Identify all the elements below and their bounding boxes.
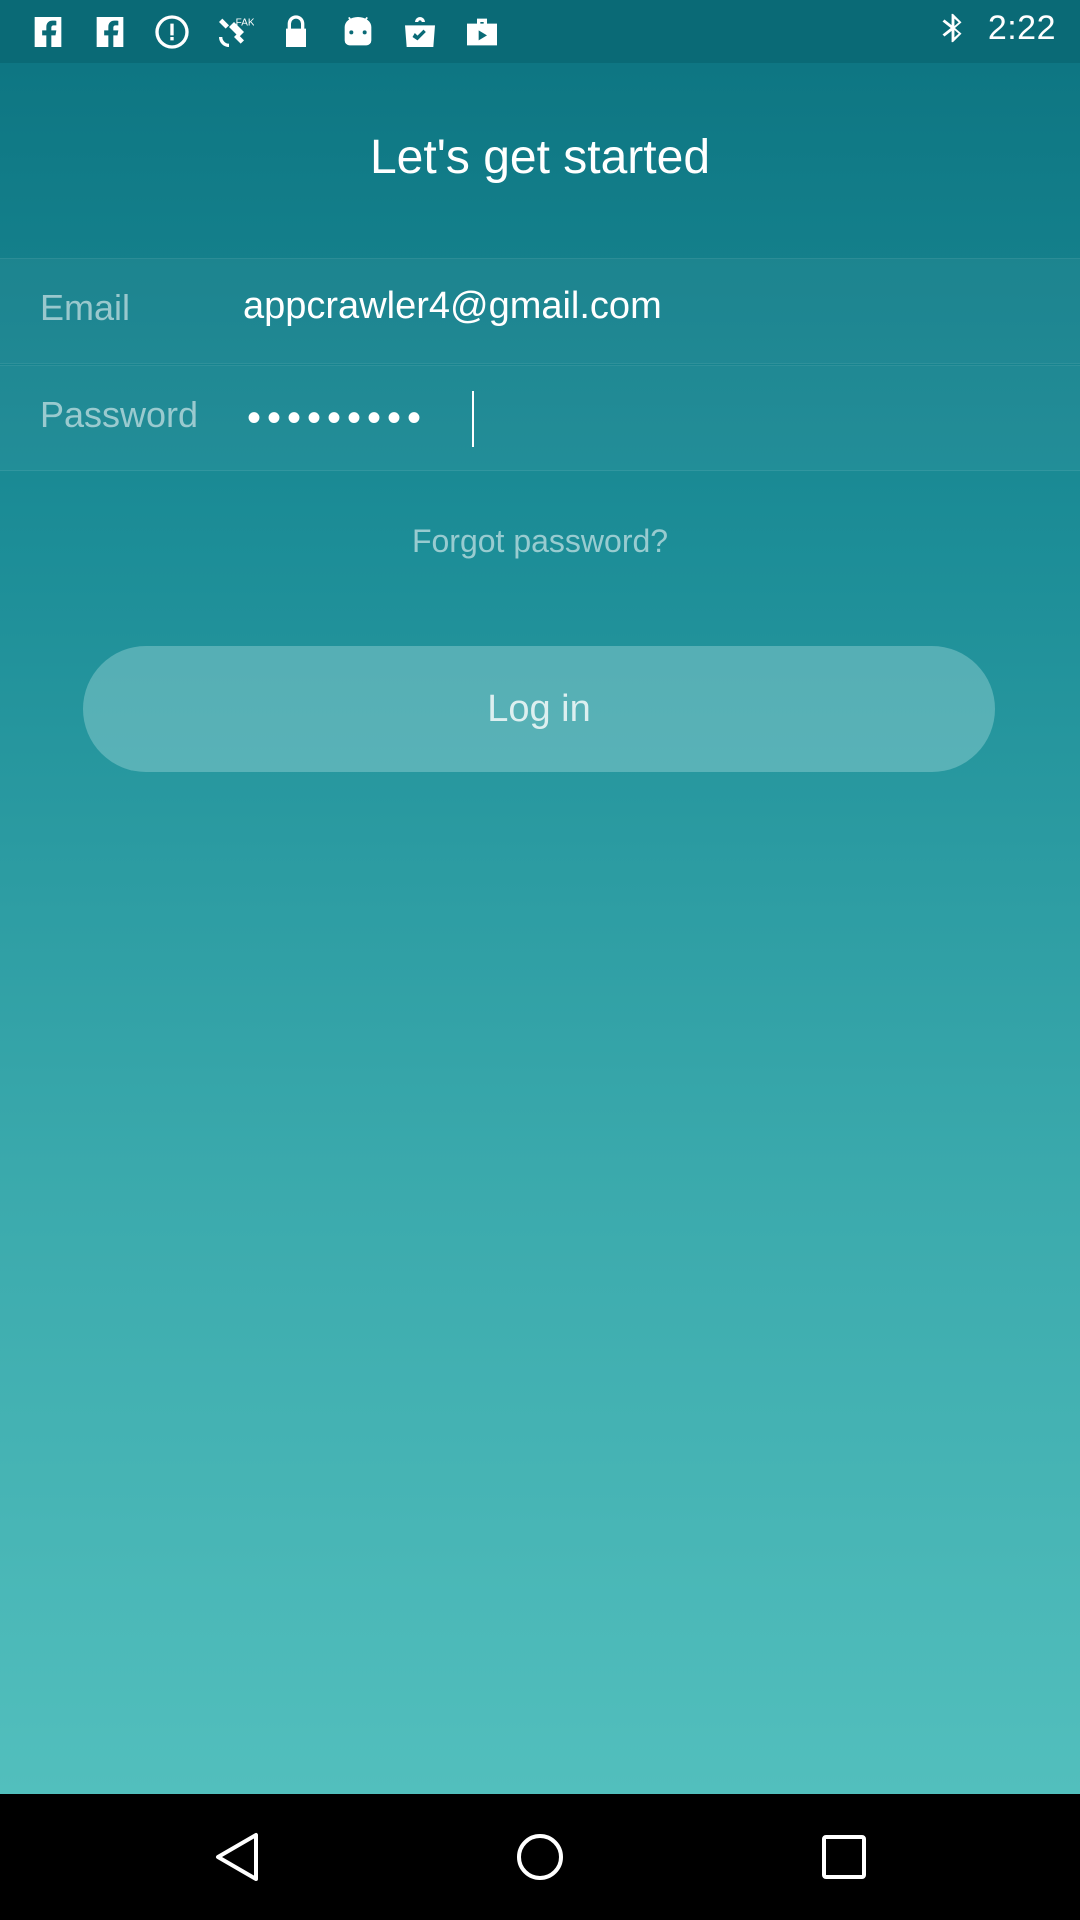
data-saver-icon <box>148 10 196 54</box>
password-input[interactable]: ••••••••• <box>247 388 427 448</box>
bluetooth-icon <box>942 13 962 43</box>
clock: 2:22 <box>987 8 1056 47</box>
system-status: 2:22 <box>936 8 1056 48</box>
android-icon <box>334 10 382 54</box>
navigation-bar <box>0 1794 1080 1920</box>
home-icon[interactable] <box>510 1827 570 1887</box>
recent-apps-icon[interactable] <box>814 1827 874 1887</box>
email-field[interactable]: Email appcrawler4@gmail.com <box>0 258 1080 364</box>
briefcase-play-icon <box>458 10 506 54</box>
screen: FAKE 2:22 Let's get started <box>0 0 1080 1920</box>
facebook-icon <box>24 10 72 54</box>
email-label: Email <box>40 287 131 328</box>
login-screen: FAKE 2:22 Let's get started <box>0 0 1080 1794</box>
email-input[interactable]: appcrawler4@gmail.com <box>243 285 662 328</box>
facebook-icon <box>86 10 134 54</box>
page-title: Let's get started <box>369 131 711 184</box>
password-label: Password <box>40 394 199 435</box>
fake-gps-satellite-icon: FAKE <box>210 10 258 54</box>
password-field[interactable]: Password ••••••••• <box>0 365 1080 471</box>
status-bar: FAKE 2:22 <box>0 0 1080 63</box>
password-value: ••••••••• <box>247 395 428 440</box>
shopping-bag-check-icon <box>396 10 444 54</box>
login-button[interactable]: Log in <box>83 646 995 772</box>
forgot-password-link[interactable]: Forgot password? <box>0 523 1080 560</box>
back-icon[interactable] <box>206 1827 266 1887</box>
svg-text:FAKE: FAKE <box>236 17 254 28</box>
notification-icons: FAKE <box>24 10 506 54</box>
text-cursor <box>472 391 474 447</box>
lock-icon <box>272 10 320 54</box>
